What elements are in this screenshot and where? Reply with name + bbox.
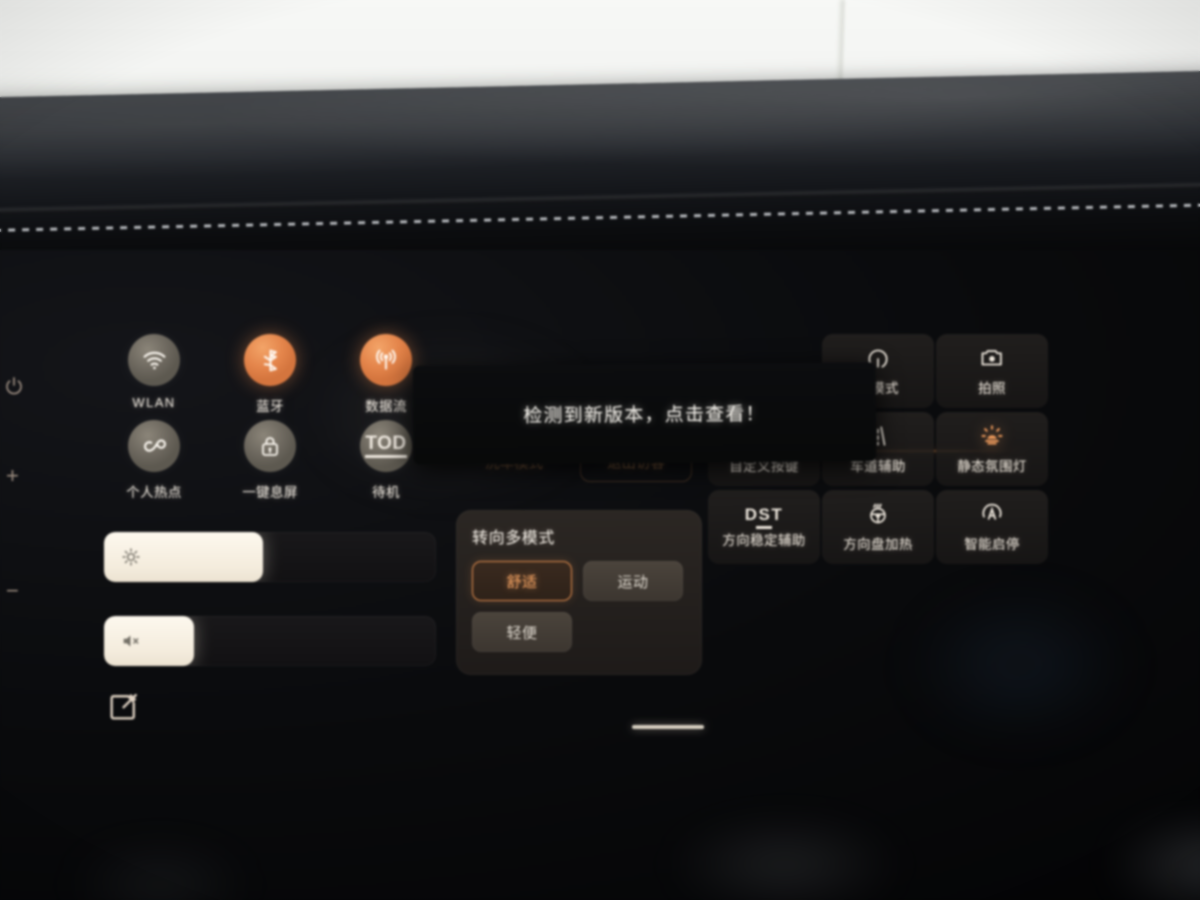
steering-mode-comfort[interactable]: 舒适 xyxy=(472,561,572,601)
quick-toggle-grid: WLAN 蓝牙 数据流 个人热点 一键息屏 TOD 待机 xyxy=(96,334,444,506)
hotspot-link-icon xyxy=(128,420,180,472)
steering-mode-options: 舒适 运动 轻便 xyxy=(472,561,686,652)
dashboard-photo-scene: + − WLAN 蓝牙 数据流 个人热点 一键息屏 TOD 待机 退出访客 转向… xyxy=(0,0,1200,900)
tile-auto-start-stop[interactable]: 智能启停 xyxy=(936,490,1048,564)
quick-toggle-label: 一键息屏 xyxy=(242,485,298,500)
tile-label: 拍照 xyxy=(978,381,1006,396)
tile-static-ambient-light[interactable]: 静态氛围灯 xyxy=(936,412,1048,486)
auto-start-stop-icon xyxy=(979,501,1005,527)
glass-reflection-bottom-right xyxy=(1060,790,1200,900)
tile-label: 方向稳定辅助 xyxy=(722,532,806,548)
steering-multi-mode-card: 转向多模式 舒适 运动 轻便 xyxy=(456,510,702,675)
ambient-light-icon xyxy=(979,423,1005,449)
brightness-slider-fill xyxy=(104,532,264,582)
tile-label: 方向盘加热 xyxy=(843,537,913,552)
quick-toggle-label: 数据流 xyxy=(365,399,407,414)
edit-square-pencil-icon[interactable] xyxy=(106,690,140,724)
volume-muted-icon xyxy=(120,630,142,652)
tod-glyph-text: TOD xyxy=(365,434,407,458)
control-center-left-column: WLAN 蓝牙 数据流 个人热点 一键息屏 TOD 待机 xyxy=(96,334,444,738)
toast-notification[interactable]: 检测到新版本，点击查看！ xyxy=(412,362,877,465)
volume-down-button[interactable]: − xyxy=(6,580,19,602)
quick-toggle-bluetooth[interactable]: 蓝牙 xyxy=(212,334,328,420)
lock-screen-icon xyxy=(244,420,296,472)
quick-toggle-label: 个人热点 xyxy=(126,485,182,500)
steering-mode-sport[interactable]: 运动 xyxy=(583,561,683,601)
quick-toggle-screen-off[interactable]: 一键息屏 xyxy=(212,420,328,506)
tile-steering-wheel-heat[interactable]: 方向盘加热 xyxy=(822,490,934,564)
wifi-icon xyxy=(128,334,180,386)
cellular-data-icon xyxy=(360,334,412,386)
card-title: 转向多模式 xyxy=(472,530,556,547)
tile-label: 智能启停 xyxy=(964,537,1020,552)
toast-message: 检测到新版本，点击查看！ xyxy=(523,404,766,427)
camera-icon xyxy=(979,345,1005,371)
tile-take-photo[interactable]: 拍照 xyxy=(936,334,1048,408)
brightness-icon xyxy=(120,546,142,568)
tile-label: 静态氛围灯 xyxy=(957,459,1027,474)
bluetooth-icon xyxy=(244,334,296,386)
quick-toggle-label: WLAN xyxy=(132,395,176,410)
quick-toggle-wlan[interactable]: WLAN xyxy=(96,334,212,420)
glass-reflection-bottom-center xyxy=(620,800,950,900)
leather-dashboard xyxy=(0,69,1200,249)
quick-toggle-hotspot[interactable]: 个人热点 xyxy=(96,420,212,506)
brightness-slider[interactable] xyxy=(104,532,436,582)
steering-mode-light[interactable]: 轻便 xyxy=(472,612,572,652)
dst-text-icon: DST xyxy=(744,504,784,524)
bezel-hardware-keys: + − xyxy=(0,355,40,625)
quick-toggle-label: 蓝牙 xyxy=(256,399,284,414)
volume-up-button[interactable]: + xyxy=(6,465,19,487)
glass-reflection-bottom-left xyxy=(30,830,290,900)
volume-slider[interactable] xyxy=(104,616,436,666)
drag-handle[interactable] xyxy=(632,725,704,729)
volume-slider-fill xyxy=(104,616,194,666)
tod-text-icon: TOD xyxy=(360,420,412,472)
tile-dst-stability-assist[interactable]: DST 方向稳定辅助 xyxy=(708,490,820,564)
steering-heat-icon xyxy=(865,501,891,527)
power-icon[interactable] xyxy=(2,375,26,399)
quick-toggle-label: 待机 xyxy=(372,485,400,500)
